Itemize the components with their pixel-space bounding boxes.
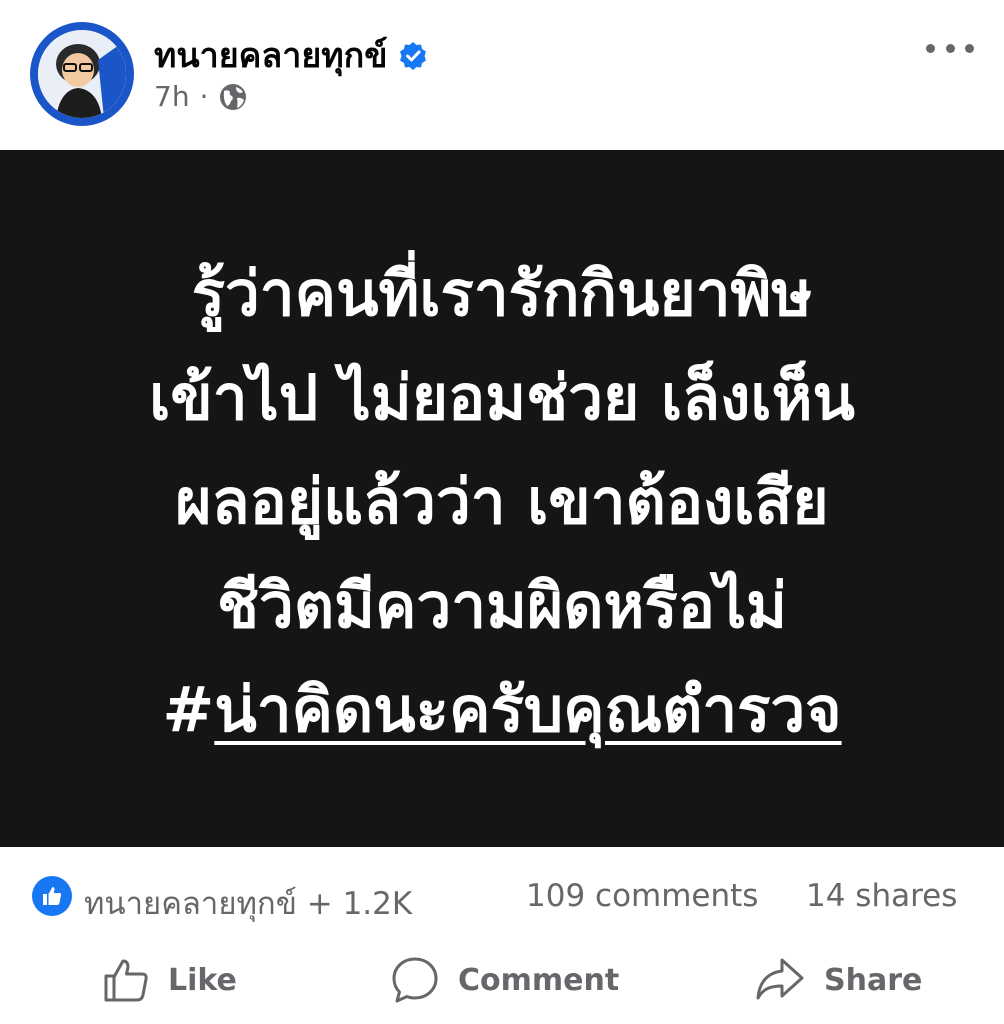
reactions-summary[interactable]: ทนายคลายทุกข์ + 1.2K: [84, 878, 412, 928]
image-text-line: ชีวิตมีความผิดหรือไม่: [216, 568, 788, 642]
hash-symbol: #: [162, 672, 215, 746]
image-text-line: ผลอยู่แล้วว่า เขาต้องเสีย: [175, 464, 829, 538]
shares-count[interactable]: 14 shares: [806, 878, 957, 914]
more-dot-icon: [965, 43, 974, 53]
more-options-button[interactable]: [920, 30, 980, 66]
share-arrow-icon: [756, 958, 804, 1000]
hashtag-text: น่าคิดนะครับคุณตำรวจ: [214, 672, 842, 746]
avatar[interactable]: [30, 22, 134, 126]
comment-button[interactable]: Comment: [390, 948, 619, 1012]
image-text-line: เข้าไป ไม่ยอมช่วย เล็งเห็น: [149, 360, 855, 434]
globe-icon[interactable]: [218, 82, 248, 112]
post-stats: ทนายคลายทุกข์ + 1.2K 109 comments 14 sha…: [0, 848, 1004, 948]
post-image[interactable]: รู้ว่าคนที่เรารักกินยาพิษ เข้าไป ไม่ยอมช…: [0, 150, 1004, 847]
post-header: ทนายคลายทุกข์ 7h ·: [0, 0, 1004, 150]
more-dot-icon: [945, 43, 955, 53]
verified-badge-icon: [398, 40, 428, 70]
post-meta: 7h ·: [154, 80, 248, 113]
share-label: Share: [824, 962, 923, 998]
like-label: Like: [168, 962, 237, 998]
image-hashtag: # น่าคิดนะครับคุณตำรวจ: [162, 658, 841, 762]
facebook-post: ทนายคลายทุกข์ 7h · รู้ว่าคนที่เรารักกินย…: [0, 0, 1004, 1024]
comment-bubble-icon: [392, 957, 438, 1003]
image-text-line: รู้ว่าคนที่เรารักกินยาพิษ: [191, 256, 813, 330]
like-reaction-icon[interactable]: [32, 876, 72, 916]
meta-separator: ·: [199, 80, 209, 113]
author-row: ทนายคลายทุกข์: [154, 28, 428, 82]
comment-label: Comment: [458, 962, 620, 998]
post-actions: Like Comment Share: [0, 940, 1004, 1024]
share-button[interactable]: Share: [754, 948, 922, 1012]
more-dot-icon: [926, 43, 935, 53]
author-name[interactable]: ทนายคลายทุกข์: [154, 28, 388, 82]
comments-count[interactable]: 109 comments: [526, 878, 758, 914]
post-time[interactable]: 7h: [154, 80, 190, 113]
like-button[interactable]: Like: [102, 948, 237, 1012]
thumbs-up-icon: [104, 959, 148, 1002]
avatar-photo: [38, 30, 126, 118]
